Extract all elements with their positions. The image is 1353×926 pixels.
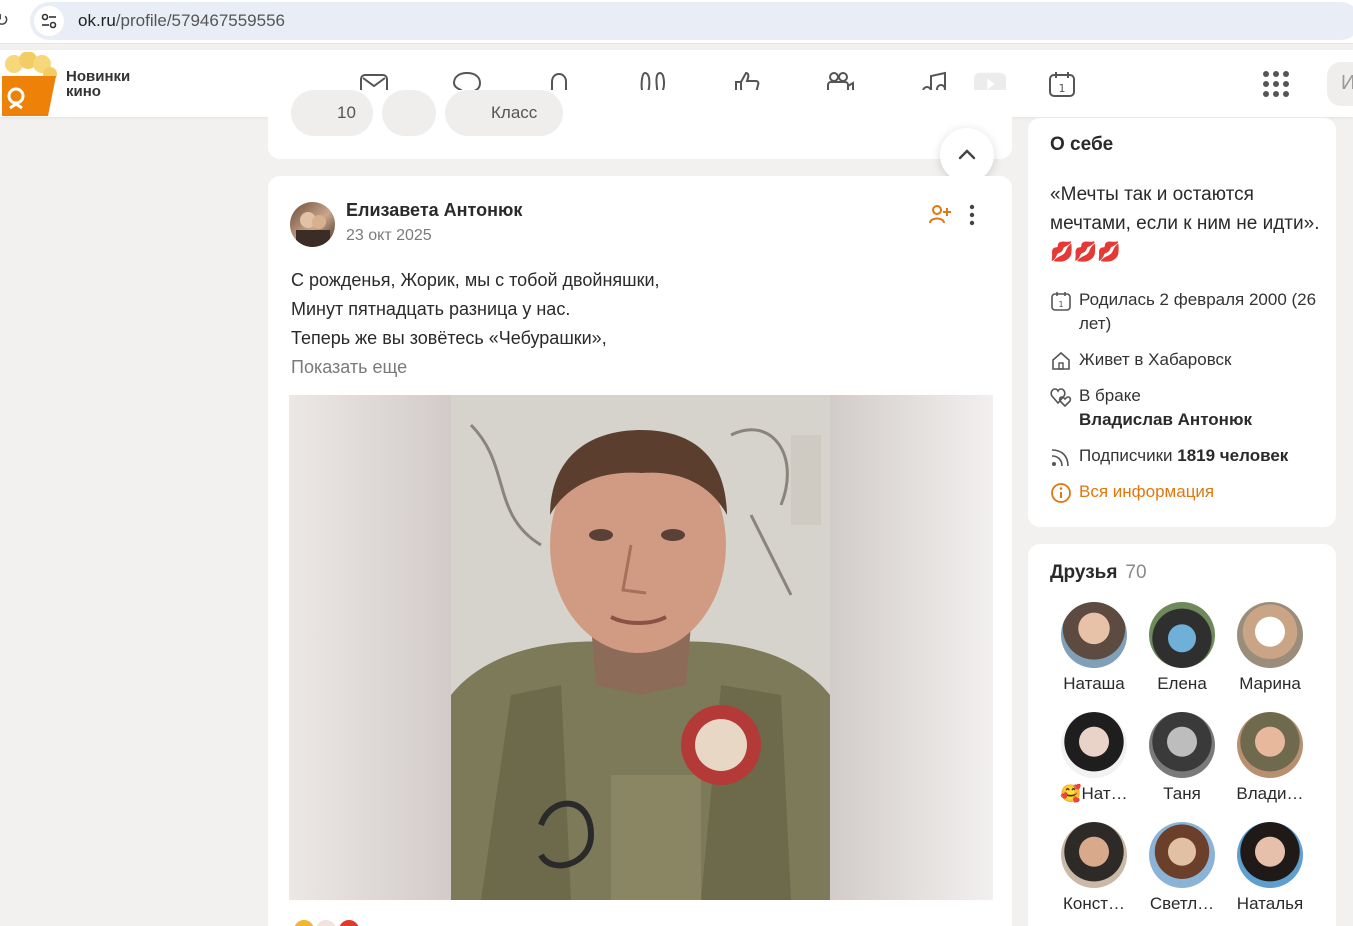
friend-item[interactable]: Влади… (1226, 712, 1314, 804)
friend-name: Таня (1163, 784, 1201, 803)
friend-avatar (1149, 602, 1215, 668)
search-input[interactable]: И (1327, 62, 1353, 106)
city-row: Живет в Хабаровск (1050, 348, 1330, 372)
ok-logo-popcorn-icon[interactable] (0, 52, 60, 116)
add-friend-icon[interactable] (928, 202, 952, 226)
reactions-row[interactable] (292, 918, 361, 926)
subscribers-label: Подписчики (1079, 446, 1173, 465)
previous-post-card: 10 Класс (268, 90, 1012, 159)
rss-icon (1051, 449, 1069, 467)
url-text[interactable]: ok.ru/profile/579467559556 (78, 11, 285, 31)
reaction-icon (314, 918, 339, 926)
friend-item[interactable]: Светл… (1138, 822, 1226, 914)
friend-name: Наташа (1063, 674, 1125, 693)
friend-name: Марина (1239, 674, 1301, 693)
post-photo[interactable] (451, 395, 830, 900)
like-button[interactable]: Класс (445, 90, 563, 136)
info-icon (1051, 483, 1071, 503)
site-info-button[interactable] (34, 6, 64, 36)
chevron-up-icon (958, 149, 976, 160)
post-card: Елизавета Антонюк 23 окт 2025 С рожденья… (268, 176, 1012, 926)
post-photo-frame[interactable] (289, 395, 993, 900)
all-info-row[interactable]: Вся информация (1050, 480, 1330, 504)
marital-row: В браке Владислав Антонюк (1050, 384, 1330, 432)
comments-count: 10 (337, 103, 356, 122)
friend-avatar (1237, 822, 1303, 888)
marital-status: В браке (1079, 386, 1141, 405)
about-card: О себе «Мечты так и остаются мечтами, ес… (1028, 118, 1336, 527)
friend-item[interactable]: Конст… (1050, 822, 1138, 914)
friends-card: Друзья 70 Наташа Елена Марина 🥰Нат… Таня … (1028, 544, 1336, 926)
url-path: /profile/579467559556 (115, 11, 285, 30)
spouse-link[interactable]: Владислав Антонюк (1079, 408, 1330, 432)
like-label: Класс (491, 103, 538, 122)
calendar-icon: 1 (1051, 292, 1071, 311)
friend-item[interactable]: Таня (1138, 712, 1226, 804)
reaction-icon (292, 918, 316, 926)
post-line: Теперь же вы зовётесь «Чебурашки», (291, 328, 607, 348)
city-text: Живет в Хабаровск (1079, 350, 1232, 369)
friend-avatar (1149, 712, 1215, 778)
subscribers-row[interactable]: Подписчики 1819 человек (1050, 444, 1330, 468)
friend-avatar (1061, 602, 1127, 668)
friend-avatar (1149, 822, 1215, 888)
calendar-icon[interactable]: 1 (1046, 68, 1078, 100)
browser-address-bar: ↻ ok.ru/profile/579467559556 (0, 0, 1353, 44)
friend-item[interactable]: Наталья (1226, 822, 1314, 914)
post-text: С рожденья, Жорик, мы с тобой двойняшки,… (291, 266, 660, 353)
friend-name: Конст… (1062, 894, 1126, 913)
friends-count: 70 (1125, 562, 1147, 583)
friends-label: Друзья (1050, 562, 1118, 583)
friend-avatar (1237, 712, 1303, 778)
friend-avatar (1237, 602, 1303, 668)
friend-item[interactable]: Марина (1226, 602, 1314, 694)
apps-grid-icon[interactable] (1262, 70, 1290, 98)
friend-name: Елена (1157, 674, 1207, 693)
hearts-icon (1050, 388, 1072, 408)
friend-avatar (1061, 822, 1127, 888)
svg-text:1: 1 (1059, 82, 1066, 95)
friend-name: 🥰Нат… (1060, 784, 1128, 803)
more-options-icon[interactable] (964, 204, 980, 226)
friend-name: Светл… (1149, 894, 1215, 913)
about-quote: «Мечты так и остаются мечтами, если к ни… (1050, 184, 1320, 263)
comments-button[interactable]: 10 (291, 90, 373, 136)
about-title: О себе (1050, 134, 1114, 155)
post-date[interactable]: 23 окт 2025 (346, 227, 432, 245)
birthday-text: Родилась 2 февраля 2000 (26 лет) (1079, 290, 1317, 333)
promo-label[interactable]: Новинки кино (66, 69, 146, 99)
birthday-row: 1 Родилась 2 февраля 2000 (26 лет) (1050, 288, 1330, 336)
friend-item[interactable]: Наташа (1050, 602, 1138, 694)
author-avatar[interactable] (290, 202, 335, 247)
friends-title[interactable]: Друзья 70 (1050, 562, 1147, 584)
friend-item[interactable]: 🥰Нат… (1050, 712, 1138, 804)
friend-avatar (1061, 712, 1127, 778)
show-more-link[interactable]: Показать еще (291, 357, 407, 378)
post-line: Минут пятнадцать разница у нас. (291, 299, 571, 319)
reload-icon[interactable]: ↻ (0, 10, 9, 31)
subscribers-value: 1819 человек (1177, 446, 1289, 465)
author-name[interactable]: Елизавета Антонюк (346, 200, 522, 221)
scroll-up-button[interactable] (940, 128, 994, 182)
friend-name: Влади… (1236, 784, 1304, 803)
all-info-link[interactable]: Вся информация (1079, 482, 1214, 501)
site-settings-icon (41, 13, 57, 29)
post-line: С рожденья, Жорик, мы с тобой двойняшки, (291, 270, 660, 290)
friend-name: Наталья (1236, 894, 1304, 913)
friend-item[interactable]: Елена (1138, 602, 1226, 694)
home-icon (1052, 351, 1070, 370)
share-button[interactable] (382, 90, 436, 136)
url-host: ok.ru (78, 11, 116, 30)
reaction-icon (336, 918, 361, 926)
svg-text:1: 1 (1058, 300, 1063, 309)
